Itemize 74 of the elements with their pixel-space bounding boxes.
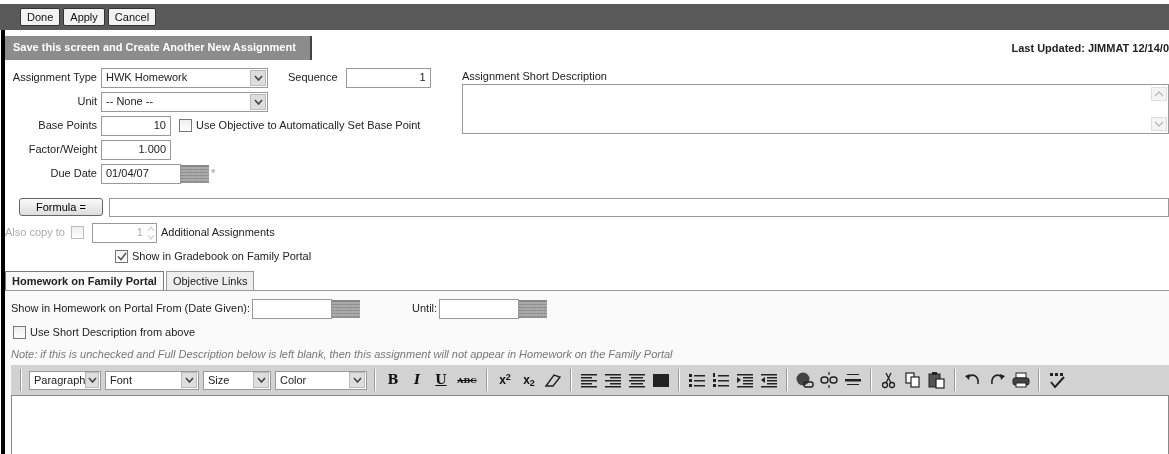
formula-field[interactable] — [108, 197, 1169, 217]
date-field[interactable] — [252, 298, 333, 319]
calendar-icon[interactable] — [519, 299, 548, 318]
text-field[interactable]: 10 — [101, 115, 171, 136]
field-label: Additional Assignments — [160, 225, 275, 241]
format-button[interactable]: x$^{2}$ — [495, 371, 515, 389]
caret-icon — [256, 377, 266, 383]
printer-icon[interactable] — [1011, 371, 1031, 389]
caret-icon — [87, 377, 97, 383]
caret-icon — [253, 74, 263, 81]
tab[interactable]: Homework on Family Portal — [5, 270, 164, 290]
field-label: Factor/Weight — [27, 142, 98, 158]
calendar-icon[interactable] — [332, 299, 361, 318]
checkbox[interactable] — [179, 119, 192, 132]
toolbar-button[interactable]: Apply — [63, 8, 105, 26]
check-icon — [116, 252, 127, 261]
eraser-icon[interactable] — [543, 371, 563, 389]
date-field[interactable] — [439, 298, 520, 319]
globe-link-icon[interactable] — [795, 371, 815, 389]
caret-icon — [352, 377, 362, 383]
field-label: Sequence — [288, 70, 338, 86]
align-center-icon[interactable] — [627, 371, 647, 389]
checkbox[interactable] — [13, 326, 26, 339]
dropdown[interactable]: -- None -- — [101, 91, 268, 112]
dropdown[interactable]: Size — [203, 370, 271, 390]
field-label: Base Points — [37, 118, 98, 134]
justify-icon[interactable] — [651, 371, 671, 389]
align-left-icon[interactable] — [579, 371, 599, 389]
field-label: Show in Homework on Portal From (Date Given): — [11, 301, 251, 317]
number-spinner: 1 — [91, 222, 157, 243]
align-right-icon[interactable] — [603, 371, 623, 389]
formula-button[interactable]: Formula = — [19, 198, 103, 216]
field-label: Assignment Type — [11, 70, 98, 86]
format-button[interactable]: ABC — [455, 374, 479, 386]
checkbox-label: Use Objective to Automatically Set Base Point — [196, 118, 421, 134]
note-text: Note: if this is unchecked and Full Description below is left blank, then this assignment will not appear in Homework on the Family Portal — [10, 346, 674, 362]
format-button[interactable]: I — [407, 370, 427, 390]
format-button[interactable]: U — [431, 370, 451, 390]
checkbox-label: Use Short Description from above — [30, 325, 196, 341]
format-button[interactable]: x$_{2}$ — [519, 371, 539, 389]
format-button[interactable]: B — [383, 370, 403, 390]
field-label: Unit — [76, 94, 98, 110]
scroll-up-icon — [1151, 87, 1167, 101]
required-mark: * — [211, 166, 216, 182]
numbered-list-icon[interactable] — [711, 371, 731, 389]
field-label: Assignment Short Description — [462, 68, 607, 84]
toolbar-button[interactable]: Done — [20, 8, 61, 26]
dropdown[interactable]: Font — [105, 370, 199, 390]
dropdown[interactable]: Color — [275, 370, 367, 390]
checkbox-label: Show in Gradebook on Family Portal — [132, 249, 312, 265]
field-label: Due Date — [49, 166, 98, 182]
outdent-icon[interactable] — [759, 371, 779, 389]
text-field[interactable]: 01/04/07 — [101, 163, 181, 184]
text-field[interactable]: 1.000 — [101, 139, 171, 160]
scroll-down-icon — [1151, 117, 1167, 131]
tab[interactable]: Objective Links — [165, 270, 255, 290]
copy-icon[interactable] — [903, 371, 923, 389]
field-label: Also copy to — [5, 225, 65, 241]
caret-icon — [184, 377, 194, 383]
bullet-list-icon[interactable] — [687, 371, 707, 389]
caret-icon — [253, 98, 263, 105]
paste-icon[interactable] — [927, 371, 947, 389]
field-label: Until: — [412, 301, 438, 317]
description-textarea[interactable] — [462, 84, 1169, 134]
indent-icon[interactable] — [735, 371, 755, 389]
last-updated-text: Last Updated: JIMMAT 12/14/0 — [1011, 41, 1169, 56]
dropdown[interactable]: HWK Homework — [101, 67, 268, 88]
spellcheck-icon[interactable] — [1047, 371, 1067, 389]
unlink-icon[interactable] — [819, 371, 839, 389]
checkbox[interactable] — [115, 250, 128, 263]
text-field[interactable]: 1 — [345, 67, 431, 88]
calendar-icon[interactable] — [181, 164, 209, 183]
toolbar-button[interactable]: Cancel — [107, 8, 157, 26]
dropdown[interactable]: Paragraph — [29, 370, 101, 390]
